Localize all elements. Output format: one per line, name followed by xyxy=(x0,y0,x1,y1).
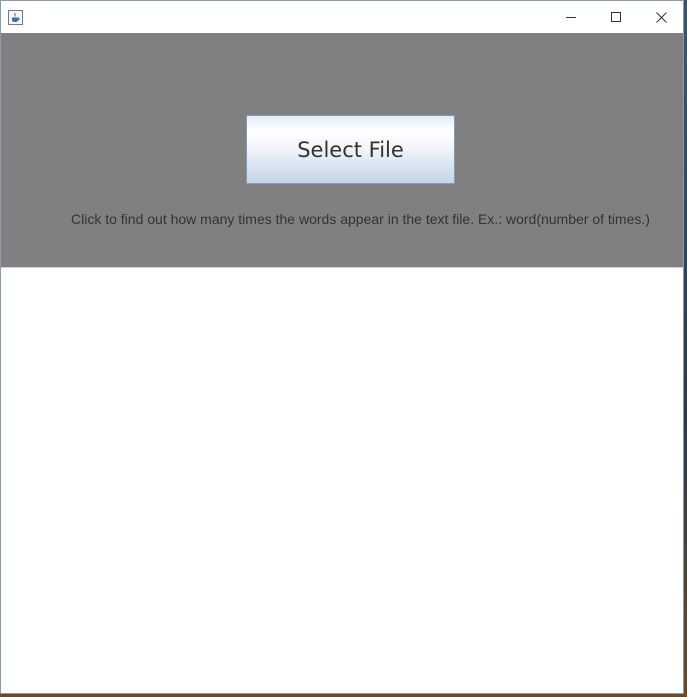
minimize-button[interactable] xyxy=(548,1,594,33)
minimize-icon xyxy=(566,17,576,18)
select-file-button[interactable]: Select File xyxy=(246,115,455,184)
app-window: Select File Click to find out how many t… xyxy=(0,0,684,694)
control-panel: Select File Click to find out how many t… xyxy=(1,33,683,267)
maximize-button[interactable] xyxy=(593,1,639,33)
java-cup-icon[interactable] xyxy=(8,10,23,25)
title-bar[interactable] xyxy=(1,1,683,33)
output-text-area[interactable] xyxy=(1,267,683,693)
close-button[interactable] xyxy=(638,1,683,33)
maximize-icon xyxy=(611,12,621,22)
close-icon xyxy=(655,11,667,23)
instruction-label: Click to find out how many times the wor… xyxy=(71,211,650,227)
